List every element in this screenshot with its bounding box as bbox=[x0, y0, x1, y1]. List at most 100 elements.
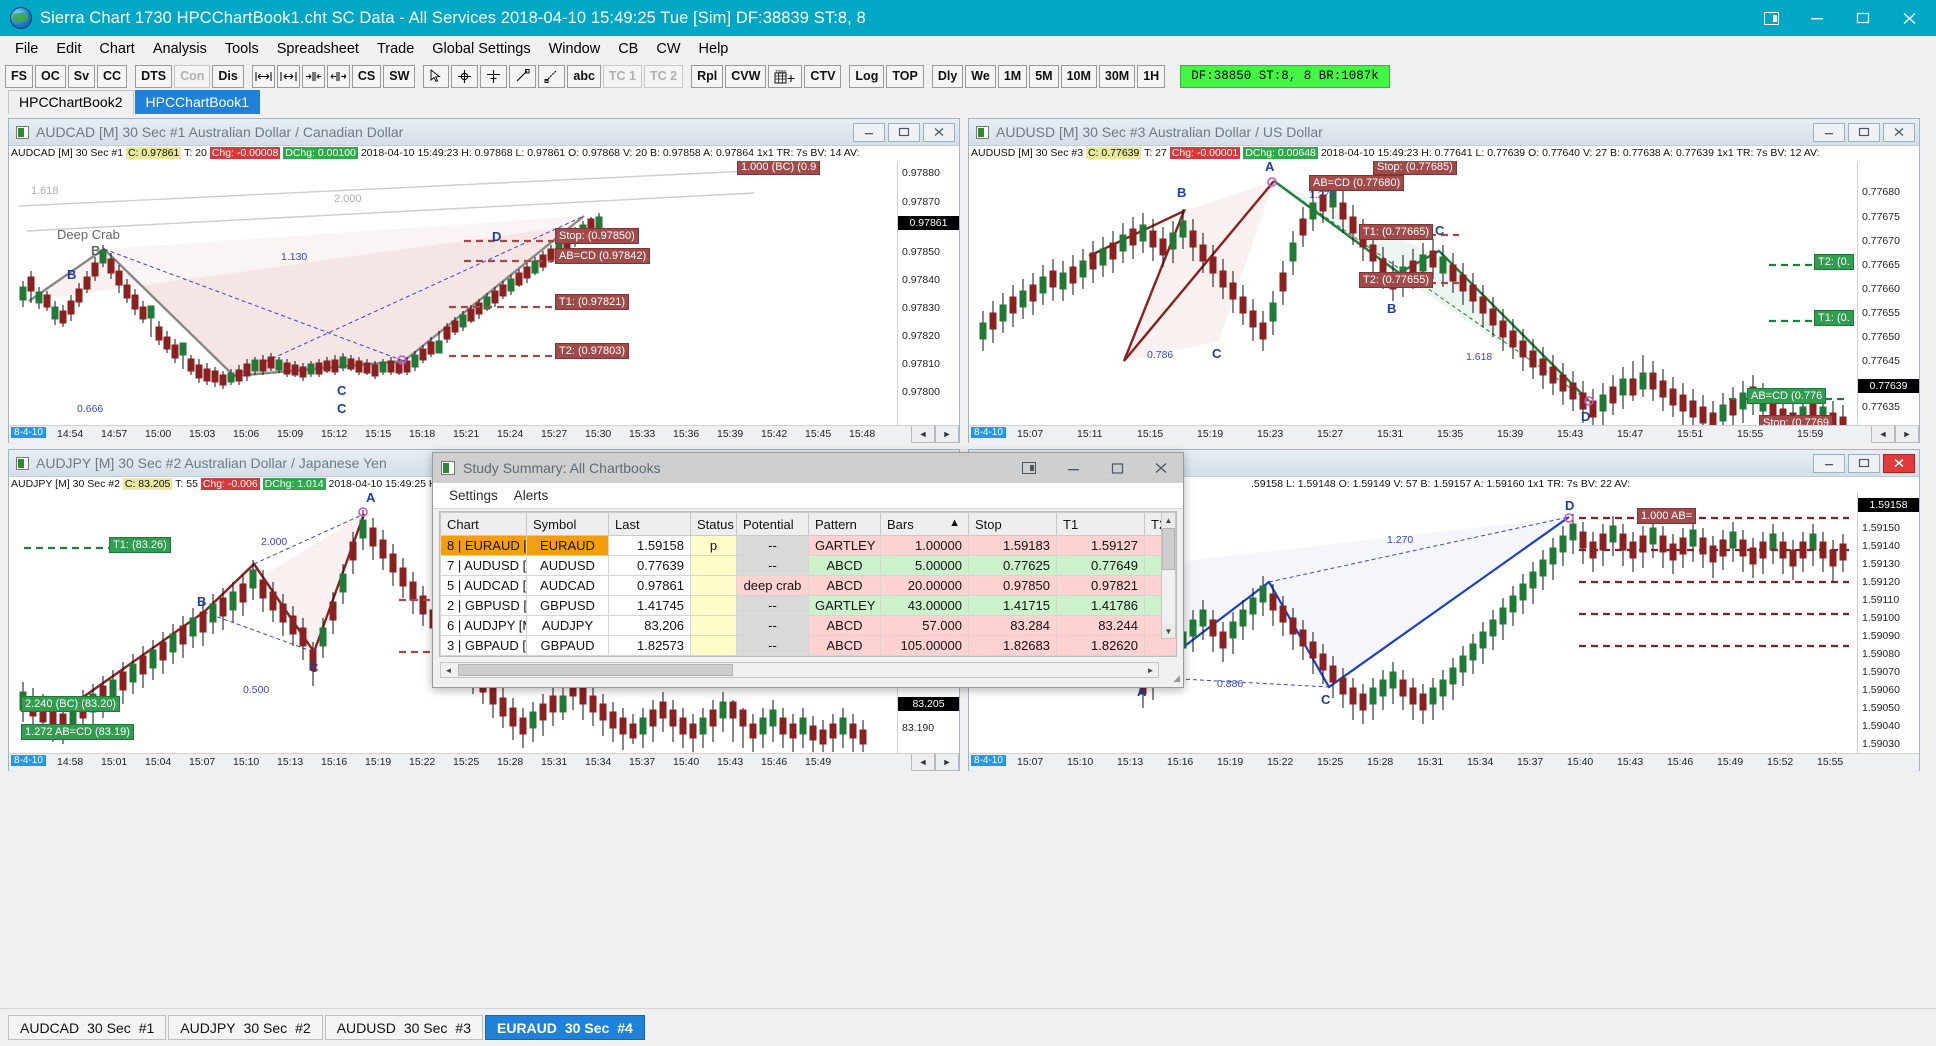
chart-tab-euraud[interactable]: EURAUD 30 Sec #4 bbox=[485, 1015, 645, 1040]
menu-item-spreadsheet[interactable]: Spreadsheet bbox=[268, 38, 368, 60]
interval-we-button[interactable]: We bbox=[965, 64, 996, 88]
scroll-left-icon[interactable]: ◄ bbox=[911, 426, 935, 443]
crosshair-icon[interactable] bbox=[451, 64, 479, 88]
column-header-bars[interactable]: Bars ▲ bbox=[880, 512, 969, 536]
grid-plus-icon[interactable]: TWW bbox=[768, 64, 803, 88]
menu-item-tools[interactable]: Tools bbox=[216, 38, 268, 60]
chart-window-audusd[interactable]: AUDUSD [M] 30 Sec #3 Australian Dollar /… bbox=[968, 118, 1920, 443]
column-header-t1[interactable]: T1 bbox=[1056, 512, 1145, 536]
dialog-close-icon[interactable] bbox=[1139, 454, 1183, 483]
dialog-restore-icon[interactable] bbox=[1007, 454, 1051, 483]
hscroll-thumb[interactable] bbox=[458, 664, 733, 676]
close-chart-icon[interactable] bbox=[1883, 122, 1915, 142]
column-header-stop[interactable]: Stop bbox=[968, 512, 1057, 536]
toolbar-top-button[interactable]: TOP bbox=[886, 64, 924, 88]
cell-symbol[interactable]: AUDJPY bbox=[526, 615, 609, 636]
toolbar-cc-button[interactable]: CC bbox=[97, 64, 128, 88]
table-row[interactable]: 2 | GBPUSD [M GBPUSD 1.41745 -- GARTLEY … bbox=[440, 595, 1176, 616]
cell-chart[interactable]: 5 | AUDCAD [M bbox=[440, 575, 527, 596]
vscroll-thumb[interactable] bbox=[1162, 528, 1175, 570]
column-header-last[interactable]: Last bbox=[608, 512, 691, 536]
maximize-chart-icon[interactable] bbox=[1848, 453, 1880, 473]
toolbar-log-button[interactable]: Log bbox=[849, 64, 885, 88]
crosshair-t-icon[interactable] bbox=[480, 64, 508, 88]
study-summary-dialog[interactable]: Study Summary: All Chartbooks Settings A… bbox=[432, 452, 1184, 688]
cell-symbol[interactable]: AUDUSD bbox=[526, 555, 609, 576]
menu-item-help[interactable]: Help bbox=[690, 38, 738, 60]
cell-chart[interactable]: 8 | EURAUD [M bbox=[440, 535, 527, 556]
menu-item-file[interactable]: File bbox=[6, 38, 47, 60]
interval-1h-button[interactable]: 1H bbox=[1137, 64, 1166, 88]
cell-symbol[interactable]: GBPAUD bbox=[526, 635, 609, 656]
dialog-horizontal-scrollbar[interactable]: ◄ ► bbox=[440, 662, 1159, 678]
scroll-right-icon[interactable]: ► bbox=[1895, 426, 1919, 443]
restore-window-icon[interactable] bbox=[1748, 1, 1794, 35]
column-header-symbol[interactable]: Symbol bbox=[526, 512, 609, 536]
scroll-right-icon[interactable]: ► bbox=[935, 754, 959, 771]
menu-item-edit[interactable]: Edit bbox=[47, 38, 90, 60]
time-axis-audjpy[interactable]: 8-4-10 14:58 15:01 15:04 15:07 15:10 15:… bbox=[9, 753, 959, 771]
pointer-icon[interactable] bbox=[423, 64, 450, 88]
minimize-chart-icon[interactable] bbox=[853, 122, 885, 142]
cell-symbol[interactable]: AUDCAD bbox=[526, 575, 609, 596]
dialog-vertical-scrollbar[interactable]: ▲ ▼ bbox=[1161, 512, 1176, 639]
expand-right-icon[interactable] bbox=[326, 64, 350, 88]
toolbar-oc-button[interactable]: OC bbox=[34, 64, 66, 88]
chart-body-audcad[interactable]: AUDCAD [M] 30 Sec #1 C: 0.97861 T: 20 Ch… bbox=[9, 146, 959, 443]
scroll-left-icon[interactable]: ◄ bbox=[911, 754, 935, 771]
table-row[interactable]: 3 | GBPAUD [M GBPAUD 1.82573 -- ABCD 105… bbox=[440, 635, 1176, 656]
minimize-icon[interactable] bbox=[1794, 1, 1840, 35]
dialog-menu-settings[interactable]: Settings bbox=[441, 486, 506, 505]
dialog-resize-grip[interactable]: ◢ bbox=[1173, 673, 1180, 684]
table-row[interactable]: 7 | AUDUSD [M AUDUSD 0.77639 -- ABCD 5.0… bbox=[440, 555, 1176, 576]
hscroll-track[interactable] bbox=[456, 663, 1143, 677]
maximize-icon[interactable] bbox=[1840, 1, 1886, 35]
cell-symbol[interactable]: GBPUSD bbox=[526, 595, 609, 616]
dialog-maximize-icon[interactable] bbox=[1095, 454, 1139, 483]
scroll-down-icon[interactable]: ▼ bbox=[1162, 624, 1175, 638]
chart-tab-audjpy[interactable]: AUDJPY 30 Sec #2 bbox=[168, 1015, 323, 1040]
zoom-in-horizontal-icon[interactable] bbox=[276, 64, 300, 88]
cell-chart[interactable]: 1 | EURUSD [M bbox=[440, 655, 527, 656]
chart-body-audusd[interactable]: AUDUSD [M] 30 Sec #3 C: 0.77639 T: 27 Ch… bbox=[969, 146, 1919, 443]
table-row[interactable]: 5 | AUDCAD [M AUDCAD 0.97861 deep crab A… bbox=[440, 575, 1176, 596]
chart-tab-audusd[interactable]: AUDUSD 30 Sec #3 bbox=[324, 1015, 483, 1040]
interval-1m-button[interactable]: 1M bbox=[997, 64, 1028, 88]
time-axis-euraud[interactable]: 8-4-10 15:07 15:10 15:13 15:16 15:19 15:… bbox=[969, 753, 1919, 771]
scroll-right-icon[interactable]: ► bbox=[935, 426, 959, 443]
dialog-minimize-icon[interactable] bbox=[1051, 454, 1095, 483]
menu-item-cb[interactable]: CB bbox=[609, 38, 647, 60]
toolbar-rpl-button[interactable]: Rpl bbox=[691, 64, 724, 88]
scroll-up-icon[interactable]: ▲ bbox=[1162, 513, 1175, 527]
cell-chart[interactable]: 2 | GBPUSD [M bbox=[440, 595, 527, 616]
menu-item-global-settings[interactable]: Global Settings bbox=[423, 38, 539, 60]
ray-tool-icon[interactable] bbox=[538, 64, 566, 88]
column-header-potential[interactable]: Potential bbox=[736, 512, 809, 536]
menu-item-trade[interactable]: Trade bbox=[368, 38, 423, 60]
cell-symbol[interactable]: EURAUD bbox=[526, 535, 609, 556]
price-axis-audusd[interactable]: 0.77680 0.77675 0.77670 0.77665 0.77660 … bbox=[1857, 161, 1919, 425]
interval-5m-button[interactable]: 5M bbox=[1029, 64, 1059, 88]
chart-tab-audcad[interactable]: AUDCAD 30 Sec #1 bbox=[8, 1015, 167, 1040]
price-axis-audcad[interactable]: 0.97880 0.97870 0.97861 0.97850 0.97840 … bbox=[897, 161, 959, 425]
interval-30m-button[interactable]: 30M bbox=[1098, 64, 1136, 88]
interval-dly-button[interactable]: Dly bbox=[931, 64, 964, 88]
table-row[interactable]: 6 | AUDJPY [M] AUDJPY 83.206 -- ABCD 57.… bbox=[440, 615, 1176, 636]
column-header-chart[interactable]: Chart bbox=[440, 512, 527, 536]
chart-scroll-buttons-audcad[interactable]: ◄ ► bbox=[911, 426, 959, 443]
scroll-right-icon[interactable]: ► bbox=[1143, 666, 1158, 675]
chart-scroll-buttons-audusd[interactable]: ◄ ► bbox=[1871, 426, 1919, 443]
scroll-left-icon[interactable]: ◄ bbox=[1871, 426, 1895, 443]
chart-scroll-buttons-audjpy[interactable]: ◄ ► bbox=[911, 754, 959, 771]
chart-plot-audcad[interactable]: Deep Crab B B C C D 1.618 2.000 1.130 0.… bbox=[9, 161, 897, 425]
chart-plot-audusd[interactable]: B A C B C D 1.270 0.311 0.786 1.618 Stop… bbox=[969, 161, 1857, 425]
line-tool-icon[interactable] bbox=[509, 64, 537, 88]
column-header-status[interactable]: Status bbox=[690, 512, 737, 536]
menu-item-analysis[interactable]: Analysis bbox=[144, 38, 216, 60]
toolbar-dis-button[interactable]: Dis bbox=[212, 64, 244, 88]
dialog-menu-alerts[interactable]: Alerts bbox=[506, 486, 557, 505]
toolbar-fs-button[interactable]: FS bbox=[5, 64, 33, 88]
cell-symbol[interactable]: EURUSD bbox=[526, 655, 609, 656]
cell-chart[interactable]: 6 | AUDJPY [M] bbox=[440, 615, 527, 636]
column-header-pattern[interactable]: Pattern bbox=[808, 512, 881, 536]
